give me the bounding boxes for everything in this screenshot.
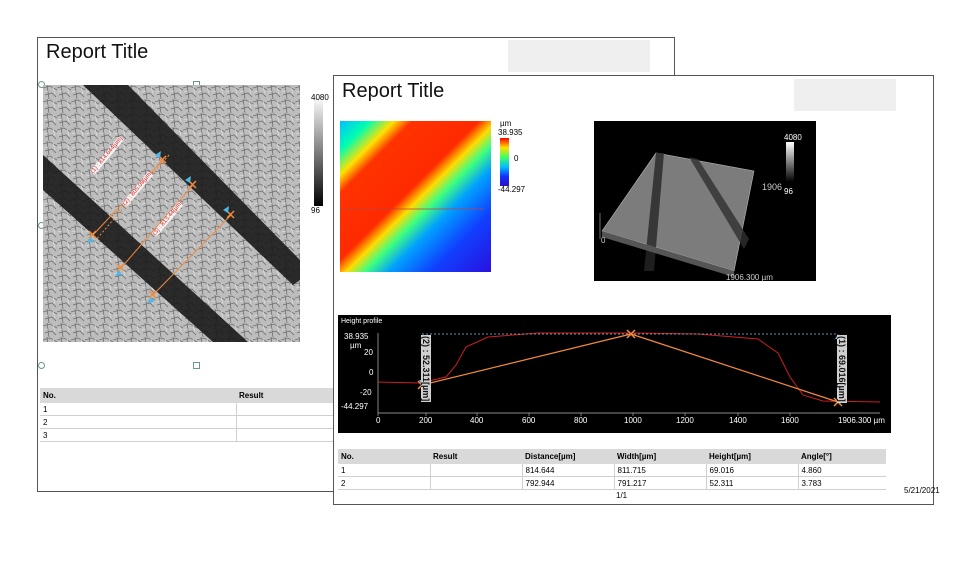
report-title[interactable]: Report Title [46,41,148,64]
col-result: Result [430,449,522,464]
report-date: 5/21/2021 [904,486,940,495]
col-height: Height[µm] [706,449,798,464]
grayscale-bar [314,96,323,206]
y-top-label: 38.935 [344,332,369,341]
report-page-front: Report Title µm 38.935 0 -44.297 4080 96… [333,75,940,505]
color-scale-bar [500,138,509,186]
col-angle: Angle[°] [798,449,886,464]
y-unit-label: µm [350,341,362,350]
x-tick: 1200 [676,416,694,425]
col-distance: Distance[µm] [522,449,614,464]
3d-scale-bar [786,142,794,182]
x-tick: 200 [419,416,433,425]
page-number: 1/1 [616,491,628,500]
col-width: Width[µm] [614,449,706,464]
x-end-label: 1906.300 µm [838,416,885,425]
col-no: No. [40,388,236,403]
selection-handle[interactable] [38,362,45,369]
x-tick: 800 [574,416,588,425]
table-row[interactable]: 3 [40,428,340,442]
scale-min: 96 [311,206,320,215]
y-tick-0: 0 [369,368,374,377]
3d-scale-max: 4080 [784,133,802,142]
report-title[interactable]: Report Title [342,80,444,103]
y-tick-neg20: -20 [360,388,372,397]
x-tick: 1400 [729,416,747,425]
3d-origin-label: 0 [601,236,606,245]
3d-axis-y-label: 1906 [762,182,783,192]
scale-max: 4080 [311,93,329,102]
col-no: No. [338,449,430,464]
color-scale-unit: µm [500,119,512,128]
profile-measure-label-1[interactable]: (1) : 69.016[µm] [837,335,847,403]
logo-placeholder[interactable] [508,40,650,72]
y-bottom-label: -44.297 [341,402,369,411]
height-map-image[interactable] [340,121,491,272]
color-scale-max: 38.935 [498,128,523,137]
3d-scale-min: 96 [784,187,793,196]
col-result: Result [236,388,340,403]
x-tick: 1600 [781,416,799,425]
3d-view[interactable]: 4080 96 1906 1906.300 µm 0 [594,121,816,281]
table-row[interactable]: 1 [40,403,340,416]
table-row[interactable]: 2 792.944 791.217 52.311 3.783 [338,476,886,490]
color-scale-min: -44.297 [498,185,526,194]
results-table[interactable]: No. Result Distance[µm] Width[µm] Height… [338,449,886,490]
results-table[interactable]: No. Result 1 2 3 [40,388,340,442]
x-tick: 400 [470,416,484,425]
table-row[interactable]: 2 [40,415,340,429]
3d-axis-x-label: 1906.300 µm [726,273,773,281]
logo-placeholder[interactable] [794,79,896,111]
height-profile-chart[interactable]: Height profile 38.935 µm 20 0 -20 -44.29… [338,315,891,433]
color-scale-mid: 0 [514,154,519,163]
selection-handle[interactable] [193,362,200,369]
table-row[interactable]: 1 814.644 811.715 69.016 4.860 [338,464,886,477]
x-tick: 1000 [624,416,642,425]
y-tick-20: 20 [364,348,373,357]
x-tick: 0 [376,416,381,425]
x-tick: 600 [522,416,536,425]
profile-measure-label-2[interactable]: (2) : 52.311[µm] [421,335,431,403]
